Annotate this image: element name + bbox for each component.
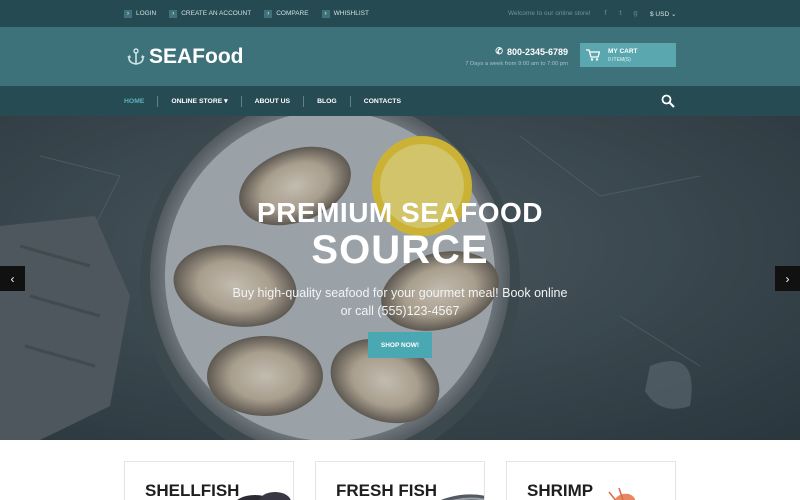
shopping-cart-icon	[586, 49, 600, 61]
hero-title-line1: PREMIUM SEAFOOD	[257, 197, 543, 228]
create-account-label: CREATE AN ACCOUNT	[181, 10, 252, 17]
nav-menu: HOME ONLINE STORE ▾ ABOUT US BLOG CONTAC…	[124, 86, 401, 116]
category-card-fresh-fish[interactable]: FRESH FISH	[315, 461, 485, 500]
phone-icon: ✆	[495, 46, 503, 56]
hero-title-line2: SOURCE	[311, 228, 489, 272]
opening-hours: 7 Days a week from 9:00 am to 7:00 pm	[465, 61, 568, 67]
chevron-right-icon: ›	[321, 9, 330, 18]
anchor-logo-icon	[127, 48, 145, 65]
category-card-shrimp[interactable]: SHRIMP	[506, 461, 676, 500]
twitter-icon[interactable]: t	[616, 9, 625, 18]
slider-next-button[interactable]: ›	[775, 266, 800, 291]
nav-item-home[interactable]: HOME	[124, 98, 144, 105]
login-label: LOGIN	[136, 10, 157, 17]
compare-label: COMPARE	[276, 10, 309, 17]
create-account-link[interactable]: › CREATE AN ACCOUNT	[169, 9, 252, 18]
nav-divider	[349, 95, 351, 107]
wishlist-label: WHISHLIST	[333, 10, 369, 17]
account-links: › LOGIN › CREATE AN ACCOUNT › COMPARE › …	[124, 0, 382, 27]
cart-title: MY CART	[608, 47, 638, 55]
phone-number: 800-2345-6789	[506, 46, 568, 57]
category-label: SHELLFISH	[145, 481, 240, 500]
facebook-icon[interactable]: f	[601, 9, 610, 18]
cart-button[interactable]: MY CART 0 ITEM(S)	[580, 43, 676, 67]
chevron-down-icon: ⌄	[670, 11, 677, 18]
google-plus-icon[interactable]: g	[631, 9, 640, 18]
chevron-right-icon: ›	[785, 271, 790, 286]
category-label: FRESH FISH	[336, 481, 438, 500]
category-label: SHRIMP	[527, 481, 594, 500]
nav-item-online-store[interactable]: ONLINE STORE ▾	[171, 97, 227, 105]
dropdown-arrow-icon: ▾	[224, 98, 228, 105]
contact-phone: ✆ 800-2345-6789 7 Days a week from 9:00 …	[455, 46, 568, 67]
nav-item-contacts[interactable]: CONTACTS	[364, 98, 401, 105]
cart-text: MY CART 0 ITEM(S)	[608, 48, 638, 63]
chevron-right-icon: ›	[124, 9, 132, 18]
slider-prev-button[interactable]: ‹	[0, 266, 25, 291]
chevron-right-icon: ›	[169, 9, 178, 18]
currency-value: $ USD	[650, 11, 670, 18]
hero-slider: PREMIUM SEAFOOD SOURCE Buy high-quality …	[0, 116, 800, 440]
shop-now-button[interactable]: SHOP NOW!	[368, 332, 432, 358]
nav-item-online-store-label: ONLINE STORE	[171, 98, 223, 105]
chevron-right-icon: ›	[264, 9, 273, 18]
logo-text: SEAFood	[149, 45, 244, 68]
hero-overlay	[0, 116, 800, 440]
cart-count: 0 ITEM(S)	[608, 56, 631, 63]
currency-selector[interactable]: $ USD ⌄	[650, 10, 676, 18]
chevron-left-icon: ‹	[10, 271, 15, 286]
category-card-shellfish[interactable]: SHELLFISH	[124, 461, 294, 500]
nav-divider	[303, 95, 305, 107]
search-icon[interactable]	[661, 94, 675, 108]
compare-link[interactable]: › COMPARE	[264, 9, 309, 18]
main-nav: HOME ONLINE STORE ▾ ABOUT US BLOG CONTAC…	[0, 86, 800, 116]
nav-item-blog[interactable]: BLOG	[317, 98, 337, 105]
site-logo[interactable]: SEAFood	[125, 45, 244, 69]
hero-description: Buy high-quality seafood for your gourme…	[232, 286, 568, 318]
social-links: f t g	[601, 9, 646, 18]
wishlist-link[interactable]: › WHISHLIST	[321, 9, 369, 18]
nav-divider	[240, 95, 242, 107]
nav-divider	[157, 95, 159, 107]
welcome-message: Welcome to our online store!	[508, 10, 591, 17]
login-link[interactable]: › LOGIN	[124, 9, 157, 18]
top-bar: › LOGIN › CREATE AN ACCOUNT › COMPARE › …	[0, 0, 800, 27]
category-section: SHELLFISH FRESH FISH SHRIMP	[0, 440, 800, 500]
site-header	[0, 27, 800, 86]
phone-line: ✆ 800-2345-6789	[455, 46, 568, 57]
nav-item-about-us[interactable]: ABOUT US	[255, 98, 291, 105]
